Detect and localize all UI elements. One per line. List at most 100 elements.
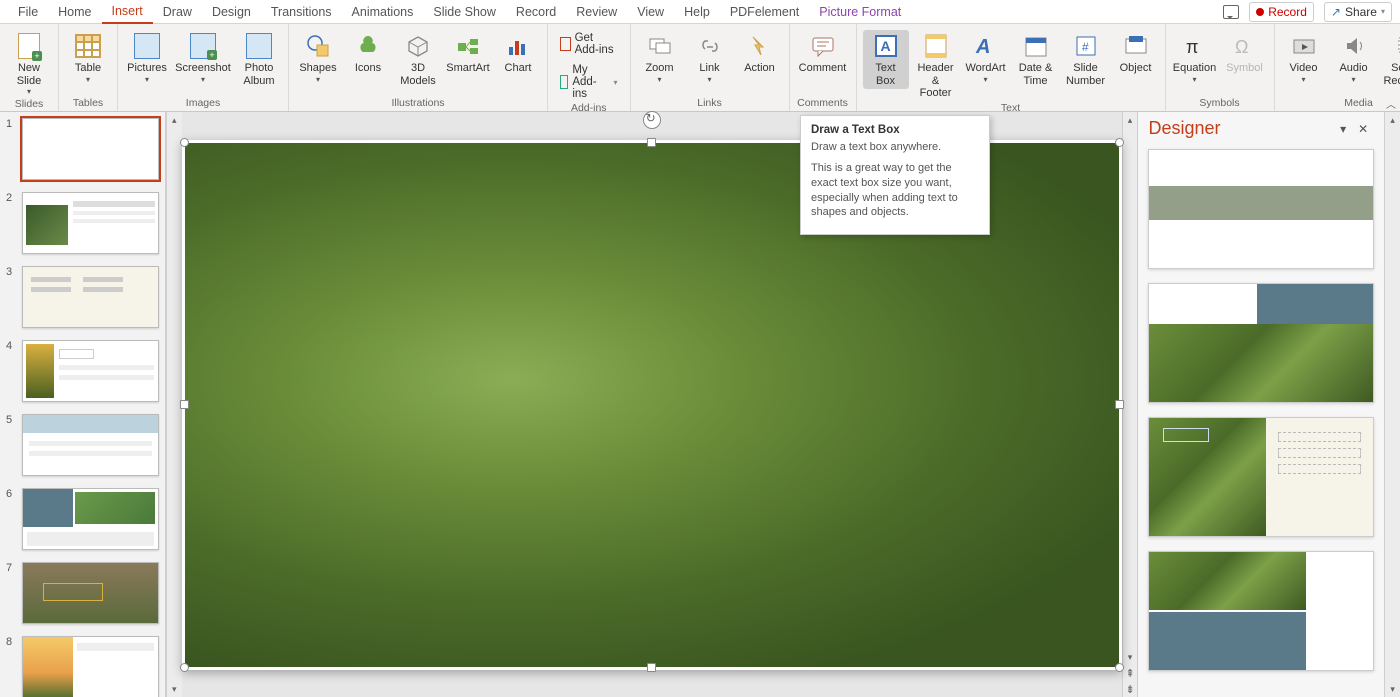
designer-pane: Designer ▾ ✕ [1137,112,1384,697]
video-label: Video [1290,62,1318,75]
tab-view[interactable]: View [627,1,674,23]
get-addins-button[interactable]: Get Add-ins [554,30,624,58]
photo-album-label: Photo Album [243,62,274,87]
date-time-button[interactable]: Date & Time [1013,30,1059,89]
tab-transitions[interactable]: Transitions [261,1,342,23]
tab-draw[interactable]: Draw [153,1,202,23]
canvas-scrollbar[interactable]: ▴▾⇞⇟ [1122,112,1138,697]
tab-slideshow[interactable]: Slide Show [423,1,506,23]
resize-handle-ne[interactable] [1115,138,1124,147]
chart-label: Chart [505,62,532,75]
slide-thumb-3[interactable]: 3 [0,264,165,338]
zoom-button[interactable]: Zoom▾ [637,30,683,86]
tab-home[interactable]: Home [48,1,101,23]
screenshot-button[interactable]: Screenshot▾ [174,30,232,86]
symbol-button[interactable]: ΩSymbol [1222,30,1268,77]
header-footer-label: Header & Footer [915,62,957,100]
thumb-number: 8 [6,636,16,697]
icons-button[interactable]: Icons [345,30,391,77]
slide-thumb-7[interactable]: 7 [0,560,165,634]
screen-recording-button[interactable]: Screen Recording [1381,30,1400,89]
action-button[interactable]: Action [737,30,783,77]
tab-help[interactable]: Help [674,1,720,23]
group-symbols-label: Symbols [1199,97,1239,111]
table-button[interactable]: Table ▾ [65,30,111,86]
new-slide-button[interactable]: + New Slide ▾ [6,30,52,98]
symbol-label: Symbol [1226,62,1263,75]
smartart-button[interactable]: SmartArt [445,30,491,77]
svg-text:A: A [975,36,990,58]
record-button[interactable]: Record [1249,2,1314,22]
new-slide-label: New Slide [17,62,41,87]
pictures-button[interactable]: Pictures▾ [124,30,170,86]
action-label: Action [744,62,775,75]
resize-handle-sw[interactable] [180,663,189,672]
tab-review[interactable]: Review [566,1,627,23]
text-box-button[interactable]: AText Box [863,30,909,89]
tab-animations[interactable]: Animations [342,1,424,23]
group-illustrations-label: Illustrations [391,97,444,111]
design-suggestion-4[interactable] [1148,551,1374,671]
3d-models-button[interactable]: 3D Models [395,30,441,89]
resize-handle-n[interactable] [647,138,656,147]
photo-album-button[interactable]: Photo Album [236,30,282,89]
header-footer-button[interactable]: Header & Footer [913,30,959,102]
chart-button[interactable]: Chart [495,30,541,77]
designer-dropdown-icon[interactable]: ▾ [1334,120,1352,138]
wordart-button[interactable]: AWordArt▾ [963,30,1009,86]
slide-thumb-1[interactable]: 1 [0,116,165,190]
tab-pdfelement[interactable]: PDFelement [720,1,809,23]
group-tables: Table ▾ Tables [59,24,118,111]
thumb-number: 2 [6,192,16,254]
ribbon: + New Slide ▾ Slides Table ▾ Tables Pict… [0,24,1400,112]
group-addins: Get Add-ins My Add-ins ▾ Add-ins [548,24,631,111]
collapse-ribbon-icon[interactable]: ︿ [1386,96,1396,111]
thumb-number: 6 [6,488,16,550]
designer-close-icon[interactable]: ✕ [1352,120,1374,138]
slide-thumb-8[interactable]: 8 [0,634,165,697]
tab-picture-format[interactable]: Picture Format [809,1,911,23]
tab-design[interactable]: Design [202,1,261,23]
slide-thumb-6[interactable]: 6 [0,486,165,560]
table-label: Table [75,62,101,75]
audio-button[interactable]: Audio▾ [1331,30,1377,86]
resize-handle-s[interactable] [647,663,656,672]
slide-number-button[interactable]: #Slide Number [1063,30,1109,89]
screen-recording-label: Screen Recording [1383,62,1400,87]
group-images-label: Images [186,97,220,111]
slide-thumb-2[interactable]: 2 [0,190,165,264]
icons-label: Icons [355,62,381,75]
my-addins-button[interactable]: My Add-ins ▾ [554,62,624,102]
comments-icon[interactable] [1223,5,1239,19]
equation-button[interactable]: πEquation▾ [1172,30,1218,86]
group-text: AText Box Header & Footer AWordArt▾ Date… [857,24,1166,111]
designer-suggestions[interactable] [1138,145,1384,697]
resize-handle-w[interactable] [180,400,189,409]
design-suggestion-3[interactable] [1148,417,1374,537]
svg-text:π: π [1186,37,1198,57]
slide-thumb-4[interactable]: 4 [0,338,165,412]
group-slides: + New Slide ▾ Slides [0,24,59,111]
thumb-number: 5 [6,414,16,476]
tab-insert[interactable]: Insert [102,0,153,24]
shapes-button[interactable]: Shapes▾ [295,30,341,86]
pictures-label: Pictures [127,62,167,75]
tab-file[interactable]: File [8,1,48,23]
tab-record[interactable]: Record [506,1,566,23]
resize-handle-se[interactable] [1115,663,1124,672]
object-button[interactable]: Object [1113,30,1159,77]
designer-scrollbar[interactable]: ▴▾ [1384,112,1400,697]
resize-handle-e[interactable] [1115,400,1124,409]
rotate-handle[interactable] [643,111,661,129]
screenshot-label: Screenshot [175,62,231,75]
design-suggestion-2[interactable] [1148,283,1374,403]
design-suggestion-1[interactable] [1148,149,1374,269]
slide-thumbnails-pane[interactable]: 1 2 3 4 5 6 7 8 [0,112,166,697]
slide-thumb-5[interactable]: 5 [0,412,165,486]
group-illustrations: Shapes▾ Icons 3D Models SmartArt Chart I… [289,24,548,111]
comment-button[interactable]: Comment [796,30,850,77]
share-button[interactable]: ↗Share▾ [1324,2,1392,22]
link-button[interactable]: Link▾ [687,30,733,86]
video-button[interactable]: Video▾ [1281,30,1327,86]
resize-handle-nw[interactable] [180,138,189,147]
